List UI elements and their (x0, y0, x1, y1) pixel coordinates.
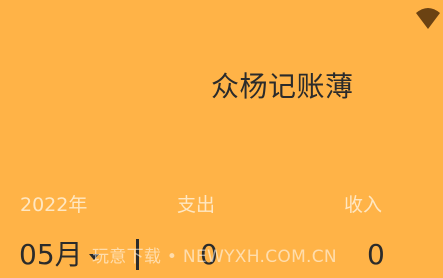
app-title: 众杨记账薄 (211, 70, 354, 103)
expense-label: 支出 (177, 194, 216, 216)
summary-divider (136, 239, 139, 270)
income-amount: 0 (367, 238, 385, 271)
month-value: 05月 (19, 238, 83, 271)
month-selector[interactable]: 05月 (19, 238, 99, 272)
wifi-icon (416, 8, 440, 29)
expense-amount: 0 (200, 238, 218, 271)
chevron-down-icon (88, 254, 99, 260)
app-screen: 众杨记账薄 2022年 支出 收入 05月 0 0 玩意下载 • NEWYXH.… (0, 0, 443, 278)
year-label[interactable]: 2022年 (20, 193, 87, 217)
income-label: 收入 (344, 194, 383, 216)
